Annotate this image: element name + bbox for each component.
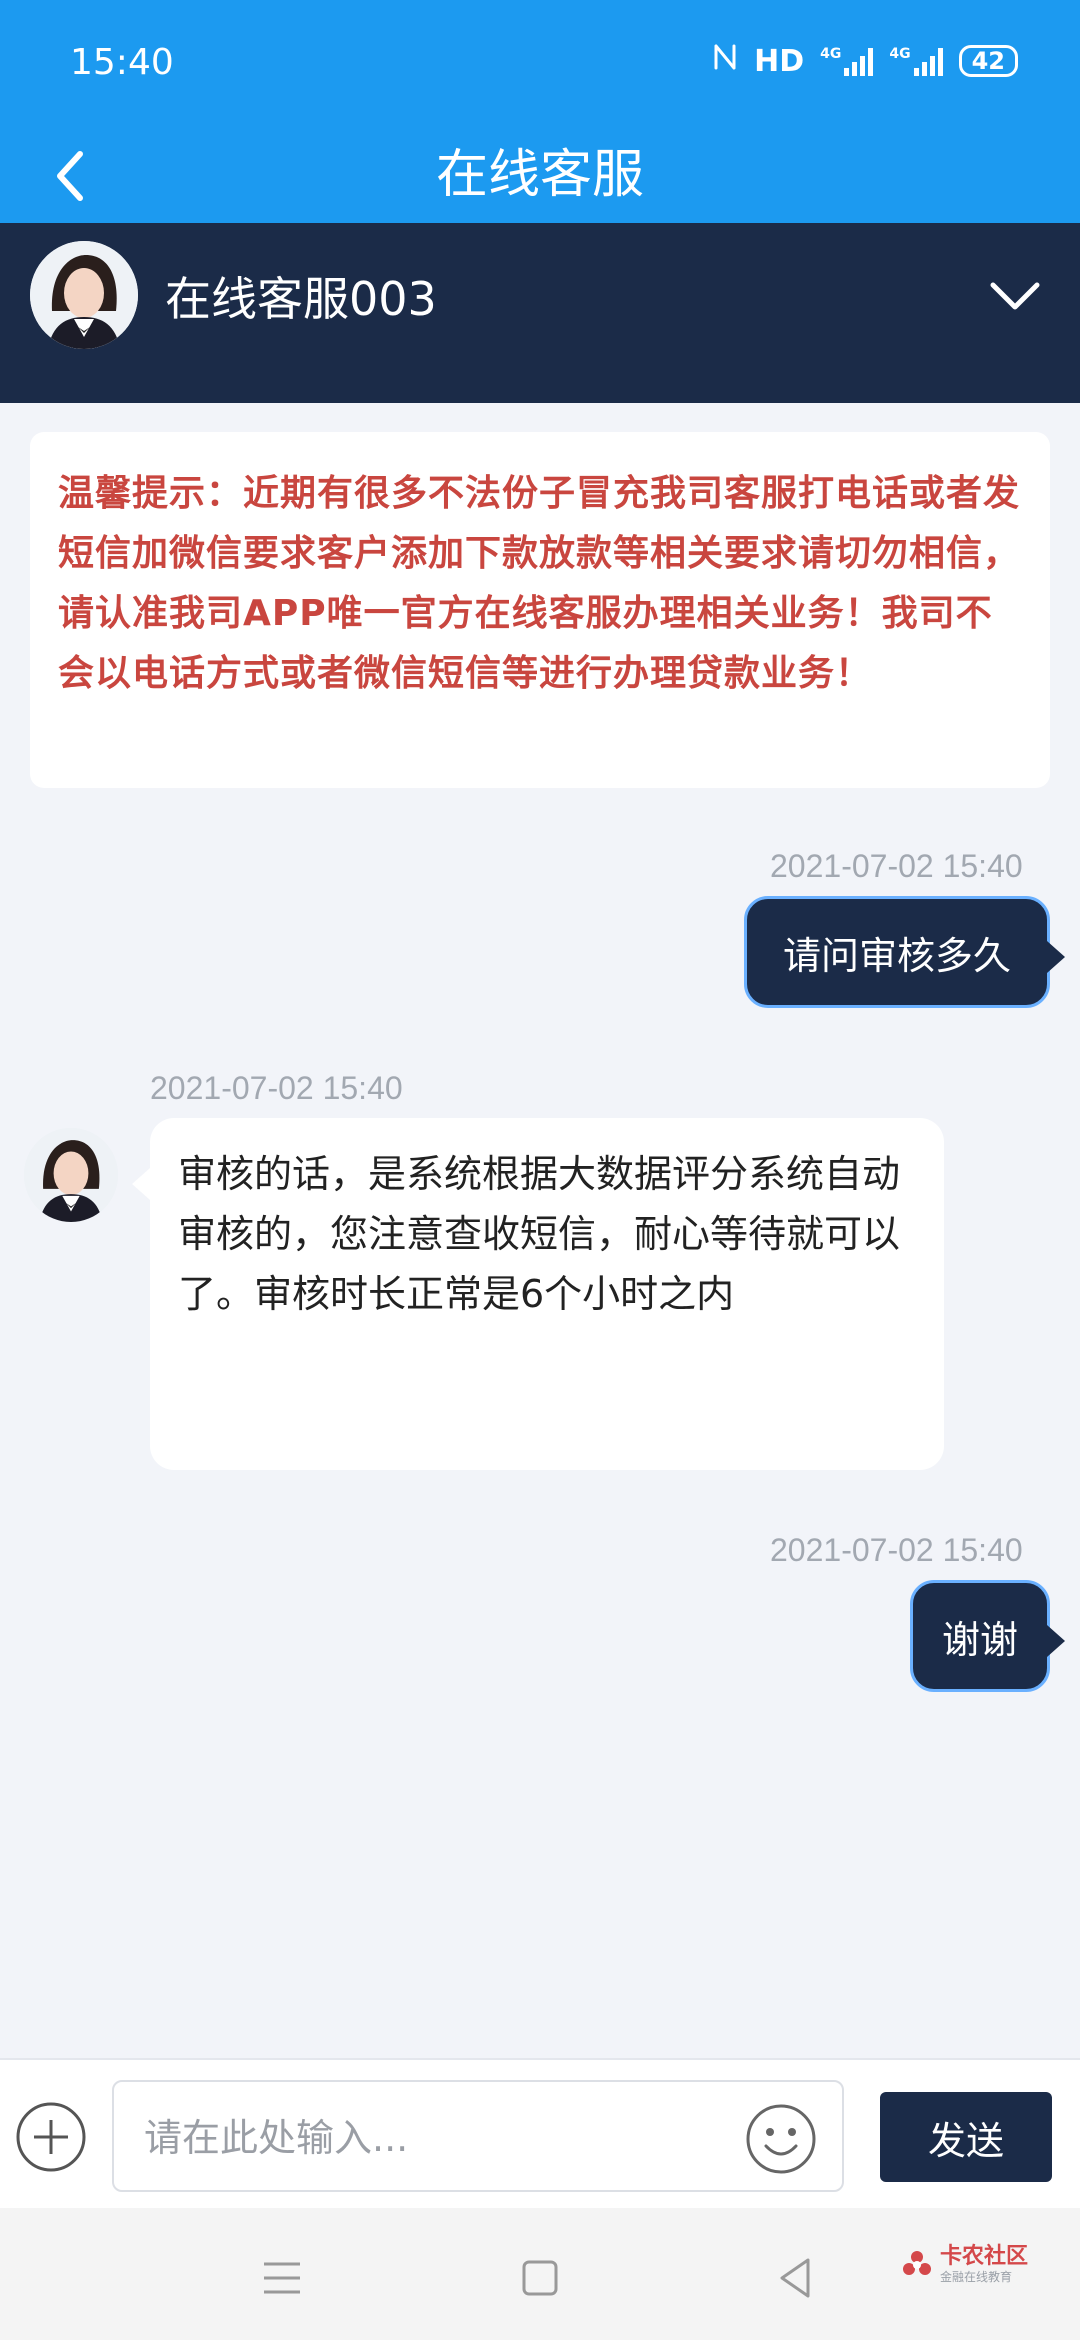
network-type-label-2: 4G [889, 46, 911, 62]
emoji-button[interactable] [744, 2102, 818, 2176]
agent-message-avatar [24, 1128, 118, 1222]
message-text: 请问审核多久 [782, 933, 1011, 978]
nav-back-button[interactable] [766, 2248, 826, 2308]
watermark-logo-icon [903, 2251, 931, 2275]
nav-menu-button[interactable] [252, 2248, 312, 2308]
nfc-icon [712, 42, 738, 80]
agent-name: 在线客服003 [165, 272, 437, 326]
message-text: 谢谢 [941, 1617, 1018, 1662]
send-button[interactable]: 发送 [880, 2092, 1052, 2182]
signal-icon-2: 4G [889, 46, 943, 76]
user-message-bubble[interactable]: 请问审核多久 [744, 896, 1065, 1008]
network-type-label: 4G [820, 46, 842, 62]
bubble-tail [132, 1168, 150, 1200]
add-attachment-button[interactable] [14, 2100, 88, 2174]
square-icon [522, 2260, 558, 2296]
message-text: 审核的话，是系统根据大数据评分系统自动审核的，您注意查收短信，耐心等待就可以了。… [178, 1152, 901, 1316]
warning-notice: 温馨提示：近期有很多不法份子冒充我司客服打电话或者发短信加微信要求客户添加下款放… [30, 432, 1050, 788]
triangle-back-icon [780, 2258, 810, 2298]
system-nav-bar: 卡农社区 金融在线教育 [0, 2208, 1080, 2340]
input-bar: 发送 [0, 2058, 1080, 2208]
nav-home-button[interactable] [510, 2248, 570, 2308]
chevron-down-icon [990, 282, 1040, 310]
smiley-icon [746, 2104, 816, 2174]
status-time: 15:40 [70, 42, 174, 83]
status-bar: 15:40 HD 4G 4G 42 [0, 0, 1080, 130]
status-icons: HD 4G 4G 42 [712, 42, 1018, 80]
hd-label: HD [754, 43, 805, 79]
message-timestamp: 2021-07-02 15:40 [770, 1532, 1023, 1568]
bubble-tail [1047, 1625, 1065, 1657]
agent-message-bubble[interactable]: 审核的话，是系统根据大数据评分系统自动审核的，您注意查收短信，耐心等待就可以了。… [132, 1118, 944, 1470]
message-input-container [112, 2080, 844, 2192]
message-input[interactable] [144, 2110, 744, 2166]
expand-button[interactable] [980, 261, 1050, 331]
watermark-subtitle: 金融在线教育 [940, 2270, 1013, 2284]
watermark-title: 卡农社区 [940, 2244, 1029, 2269]
message-timestamp: 2021-07-02 15:40 [150, 1070, 403, 1106]
user-message-bubble[interactable]: 谢谢 [910, 1580, 1065, 1692]
page-title: 在线客服 [435, 145, 644, 205]
plus-circle-icon [16, 2102, 86, 2172]
menu-icon [264, 2262, 300, 2294]
bubble-tail [1047, 941, 1065, 973]
agent-avatar [30, 241, 138, 349]
agent-header: 在线客服003 [0, 223, 1080, 403]
title-bar: 在线客服 [0, 130, 1080, 223]
watermark: 卡农社区 金融在线教育 [900, 2244, 1028, 2284]
signal-icon: 4G [820, 46, 874, 76]
battery-icon: 42 [958, 45, 1018, 77]
message-timestamp: 2021-07-02 15:40 [770, 848, 1023, 884]
